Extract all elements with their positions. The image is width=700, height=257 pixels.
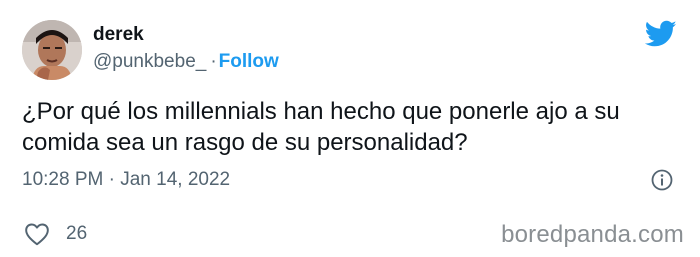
tweet-timestamp[interactable]: 10:28 PM · Jan 14, 2022 (22, 168, 230, 192)
twitter-bird-icon[interactable] (644, 20, 677, 48)
avatar-photo (22, 20, 82, 80)
author-name[interactable]: derek (93, 23, 144, 47)
like-action[interactable]: 26 (24, 222, 87, 246)
heart-icon[interactable] (24, 222, 50, 246)
like-count: 26 (66, 223, 88, 244)
watermark: boredpanda.com (501, 221, 684, 248)
tweet-text: ¿Por qué los millennials han hecho que p… (22, 98, 620, 156)
info-icon[interactable] (650, 168, 674, 192)
follow-button[interactable]: Follow (219, 51, 279, 72)
author-handle[interactable]: @punkbebe_ (93, 51, 206, 72)
avatar[interactable] (22, 20, 82, 80)
separator-dot: · (210, 51, 217, 72)
handle-row: @punkbebe_ · Follow (93, 50, 279, 74)
